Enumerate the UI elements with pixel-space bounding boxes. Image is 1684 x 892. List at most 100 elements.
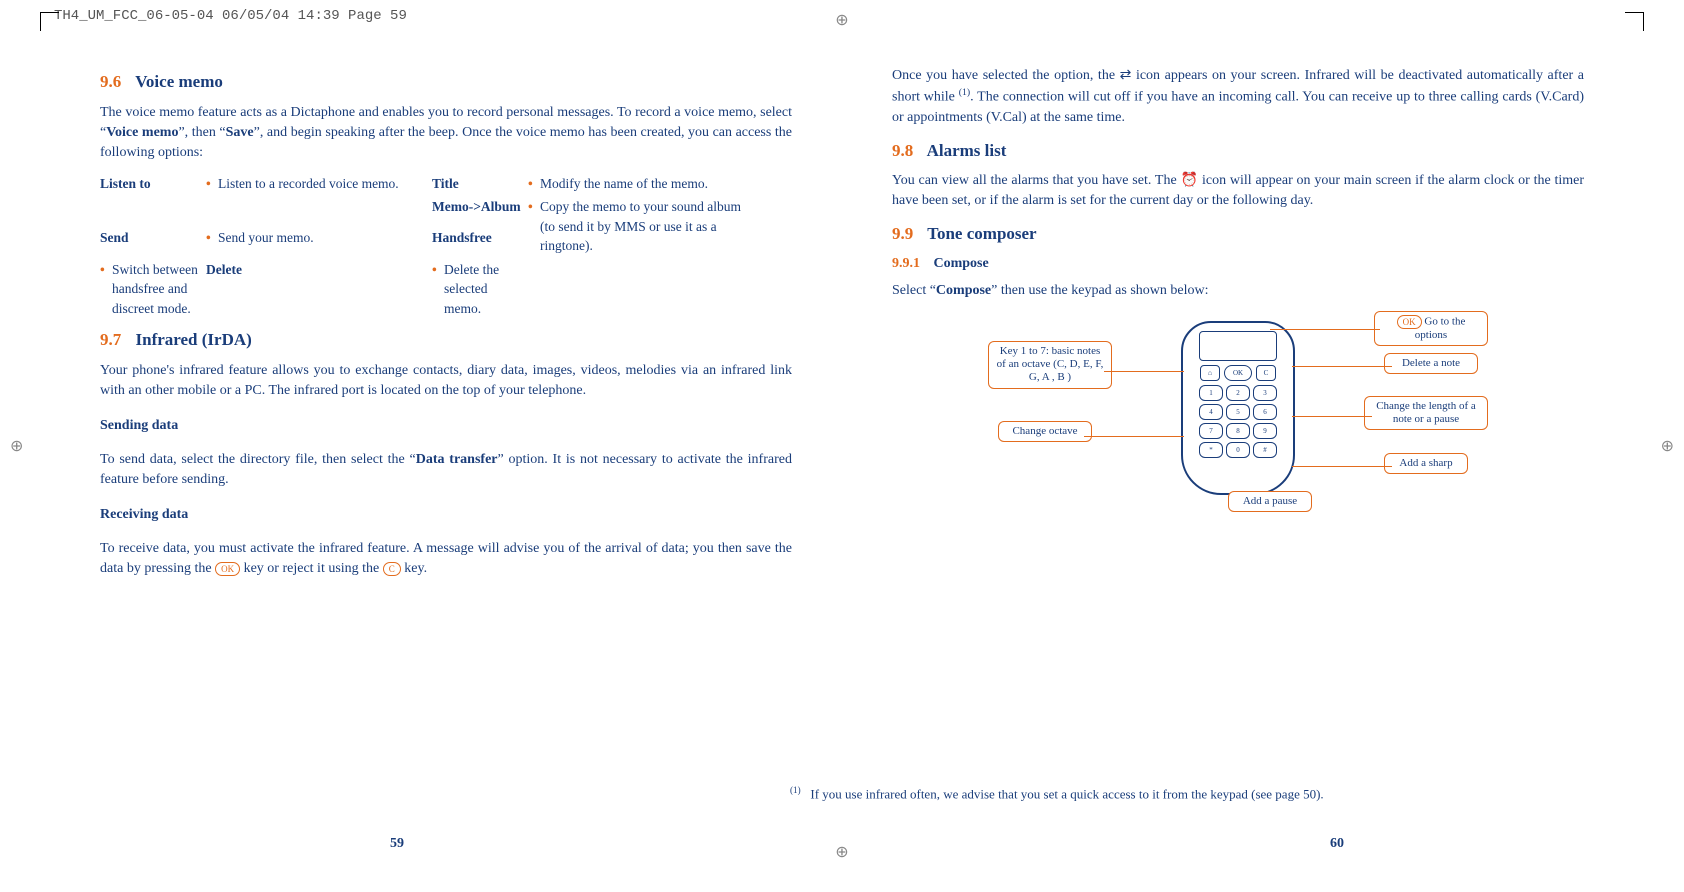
- receiving-data-body: To receive data, you must activate the i…: [100, 539, 792, 580]
- leader-line: [1292, 466, 1392, 467]
- sending-data-body: To send data, select the directory file,…: [100, 450, 792, 491]
- heading-number: 9.6: [100, 72, 121, 91]
- heading-number: 9.9: [892, 224, 913, 243]
- option-term: Memo->Album: [432, 197, 522, 224]
- text: . The connection will cut off if you hav…: [892, 90, 1584, 125]
- page-number-right: 60: [1330, 836, 1344, 852]
- irda-intro: Your phone's infrared feature allows you…: [100, 361, 792, 402]
- phone-screen: [1199, 331, 1277, 361]
- receiving-data-heading: Receiving data: [100, 505, 792, 525]
- text: Once you have selected the option, the: [892, 68, 1120, 83]
- text: To receive data, you must activate the i…: [100, 541, 792, 576]
- text: Select “: [892, 283, 936, 298]
- page-spread: 9.6 Voice memo The voice memo feature ac…: [70, 60, 1614, 812]
- alarm-icon: ⏰: [1180, 173, 1198, 188]
- footnote-text: If you use infrared often, we advise tha…: [810, 786, 1323, 801]
- key-8: 8: [1226, 423, 1250, 439]
- key-2: 2: [1226, 385, 1250, 401]
- voice-memo-options: Listen to Listen to a recorded voice mem…: [100, 174, 792, 319]
- option-def: Send your memo.: [206, 228, 426, 255]
- key-6: 6: [1253, 404, 1277, 420]
- callout-change-octave: Change octave: [998, 421, 1092, 442]
- key-7: 7: [1199, 423, 1223, 439]
- key-0: 0: [1226, 442, 1250, 458]
- text: ” then use the keypad as shown below:: [991, 283, 1208, 298]
- option-term: Title: [432, 174, 522, 194]
- option-def: Delete the selected memo.: [432, 260, 522, 319]
- callout-delete-note: Delete a note: [1384, 353, 1478, 374]
- heading-title: Voice memo: [135, 72, 223, 91]
- text-bold: Save: [226, 125, 254, 140]
- c-key: C: [1256, 365, 1276, 381]
- heading-number: 9.9.1: [892, 256, 920, 271]
- c-key-icon: C: [383, 562, 401, 576]
- heading-number: 9.7: [100, 330, 121, 349]
- text: ”, then “: [178, 125, 225, 140]
- phone-illustration: ⌂ OK C 1 2 3 4 5 6 7 8 9 * 0 #: [1181, 321, 1295, 495]
- phone-keypad: 1 2 3 4 5 6 7 8 9 * 0 #: [1183, 385, 1293, 458]
- option-term: Handsfree: [432, 228, 522, 255]
- option-term: Listen to: [100, 174, 200, 194]
- leader-line: [1104, 371, 1184, 372]
- crop-corner-tl: [40, 12, 59, 31]
- heading-9-9-1: 9.9.1 Compose: [892, 254, 1584, 274]
- registration-mark-right: ⊕: [1661, 436, 1674, 456]
- leader-line: [1084, 436, 1184, 437]
- footnote-marker: (1): [790, 785, 801, 795]
- footnote-ref: (1): [959, 87, 970, 98]
- option-def: Copy the memo to your sound album (to se…: [528, 197, 748, 256]
- infrared-icon: ⇄: [1120, 68, 1132, 83]
- text: You can view all the alarms that you hav…: [892, 173, 1180, 188]
- left-softkey: ⌂: [1200, 365, 1220, 381]
- callout-options: OK Go to the options: [1374, 311, 1488, 346]
- callout-change-length: Change the length of a note or a pause: [1364, 396, 1488, 430]
- leader-line: [1292, 416, 1372, 417]
- option-def: Listen to a recorded voice memo.: [206, 174, 426, 194]
- heading-9-7: 9.7 Infrared (IrDA): [100, 328, 792, 353]
- key-1: 1: [1199, 385, 1223, 401]
- ok-key-icon: OK: [215, 562, 240, 576]
- option-term: Delete: [206, 260, 426, 319]
- leader-line: [1270, 329, 1380, 330]
- text-bold: Compose: [936, 283, 991, 298]
- crop-corner-tr: [1625, 12, 1644, 31]
- footnote-1: (1) If you use infrared often, we advise…: [790, 785, 1614, 802]
- callout-add-sharp: Add a sharp: [1384, 453, 1468, 474]
- text-bold: Data transfer: [416, 452, 498, 467]
- irda-continuation: Once you have selected the option, the ⇄…: [892, 66, 1584, 129]
- heading-9-6: 9.6 Voice memo: [100, 70, 792, 95]
- key-5: 5: [1226, 404, 1250, 420]
- key-star: *: [1199, 442, 1223, 458]
- keypad-diagram: ⌂ OK C 1 2 3 4 5 6 7 8 9 * 0 #: [988, 311, 1488, 521]
- page-number-left: 59: [390, 836, 404, 852]
- callout-keys-1-7: Key 1 to 7: basic notes of an octave (C,…: [988, 341, 1112, 389]
- heading-title: Alarms list: [927, 141, 1007, 160]
- key-3: 3: [1253, 385, 1277, 401]
- heading-title: Infrared (IrDA): [136, 330, 252, 349]
- sending-data-heading: Sending data: [100, 416, 792, 436]
- alarms-body: You can view all the alarms that you hav…: [892, 171, 1584, 212]
- leader-line: [1292, 366, 1392, 367]
- ok-key: OK: [1224, 365, 1252, 381]
- page-60: Once you have selected the option, the ⇄…: [842, 60, 1614, 812]
- heading-title: Compose: [934, 256, 989, 271]
- option-def: Modify the name of the memo.: [528, 174, 748, 194]
- key-9: 9: [1253, 423, 1277, 439]
- ok-key-icon: OK: [1397, 315, 1422, 329]
- compose-body: Select “Compose” then use the keypad as …: [892, 281, 1584, 301]
- heading-number: 9.8: [892, 141, 913, 160]
- option-def: Switch between handsfree and discreet mo…: [100, 260, 200, 319]
- text: To send data, select the directory file,…: [100, 452, 416, 467]
- callout-text: Go to the options: [1415, 316, 1466, 341]
- page-59: 9.6 Voice memo The voice memo feature ac…: [70, 60, 842, 812]
- voice-memo-intro: The voice memo feature acts as a Dictaph…: [100, 103, 792, 164]
- heading-title: Tone composer: [927, 224, 1036, 243]
- text: key.: [404, 561, 427, 576]
- heading-9-9: 9.9 Tone composer: [892, 222, 1584, 247]
- callout-add-pause: Add a pause: [1228, 491, 1312, 512]
- print-job-header: TH4_UM_FCC_06-05-04 06/05/04 14:39 Page …: [54, 8, 407, 24]
- text: key or reject it using the: [244, 561, 383, 576]
- heading-9-8: 9.8 Alarms list: [892, 139, 1584, 164]
- registration-mark-top: ⊕: [835, 10, 848, 30]
- option-term: Send: [100, 228, 200, 255]
